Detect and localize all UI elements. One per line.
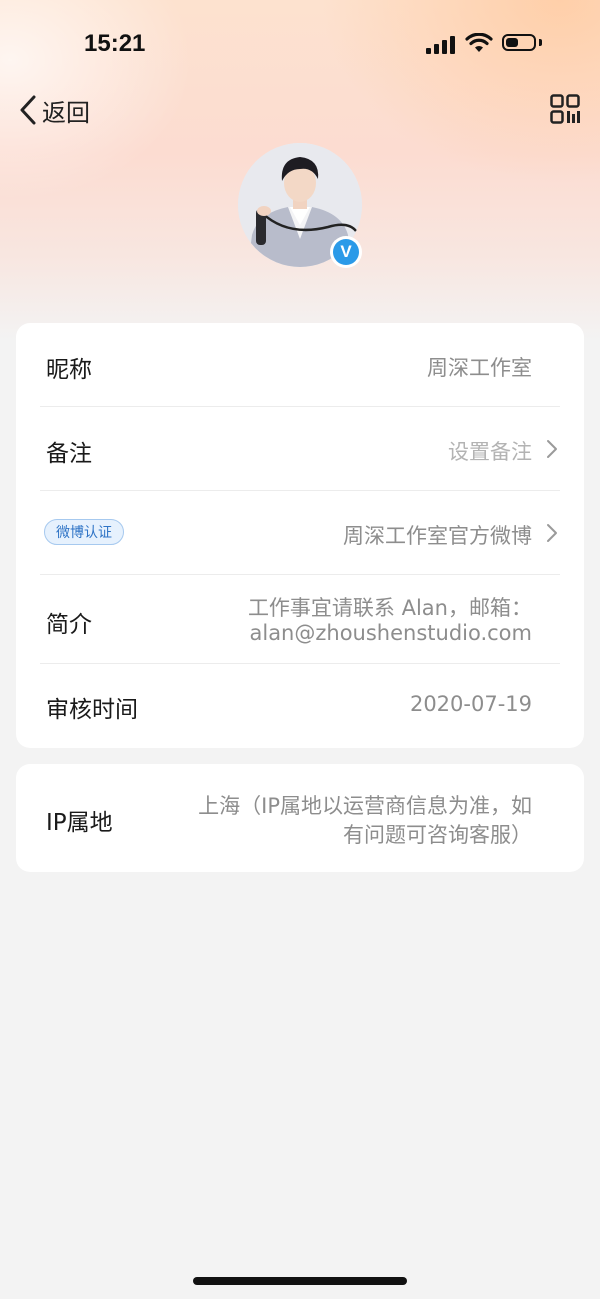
chevron-right-icon: [547, 524, 557, 542]
bio-label: 简介: [46, 612, 92, 638]
ip-location-value-line-1: 上海（IP属地以运营商信息为准，如: [198, 794, 532, 818]
battery-icon: [502, 34, 536, 51]
review-time-value: 2020-07-19: [409, 692, 532, 716]
ip-location-row[interactable]: IP属地 上海（IP属地以运营商信息为准，如 有问题可咨询客服）: [16, 764, 584, 872]
status-time: 15:21: [84, 30, 146, 57]
verified-badge-icon: V: [330, 236, 362, 268]
home-indicator[interactable]: [193, 1277, 407, 1285]
verification-badge: 微博认证: [44, 519, 124, 545]
remark-row[interactable]: 备注 设置备注: [16, 407, 584, 491]
bio-value-line-2: alan@zhoushenstudio.com: [249, 621, 532, 645]
ip-location-label: IP属地: [46, 810, 113, 836]
nickname-row[interactable]: 昵称 周深工作室: [16, 323, 584, 407]
qr-code-icon[interactable]: [550, 94, 580, 124]
remark-value: 设置备注: [448, 440, 532, 464]
battery-tip: [539, 39, 542, 46]
nickname-label: 昵称: [46, 357, 92, 383]
review-time-label: 审核时间: [46, 697, 138, 723]
verification-row[interactable]: 微博认证 周深工作室官方微博: [16, 491, 584, 575]
bio-value-line-1: 工作事宜请联系 Alan，邮箱：: [247, 596, 532, 620]
back-label: 返回: [42, 98, 90, 127]
review-time-row: 审核时间 2020-07-19: [16, 664, 584, 748]
wifi-icon: [465, 33, 493, 52]
back-button[interactable]: 返回: [18, 92, 90, 128]
remark-label: 备注: [46, 441, 92, 467]
signal-icon: [426, 34, 456, 54]
nickname-value: 周深工作室: [427, 356, 532, 380]
chevron-left-icon: [20, 95, 36, 125]
ip-location-value-line-2: 有问题可咨询客服）: [343, 823, 532, 847]
verification-value: 周深工作室官方微博: [343, 524, 532, 548]
chevron-right-icon: [547, 440, 557, 458]
bio-row[interactable]: 简介 工作事宜请联系 Alan，邮箱： alan@zhoushenstudio.…: [16, 575, 584, 663]
profile-info-card: 昵称 周深工作室 备注 设置备注 微博认证 周深工作室官方微博 简介 工作事宜请…: [16, 323, 584, 748]
ip-location-card: IP属地 上海（IP属地以运营商信息为准，如 有问题可咨询客服）: [16, 764, 584, 872]
